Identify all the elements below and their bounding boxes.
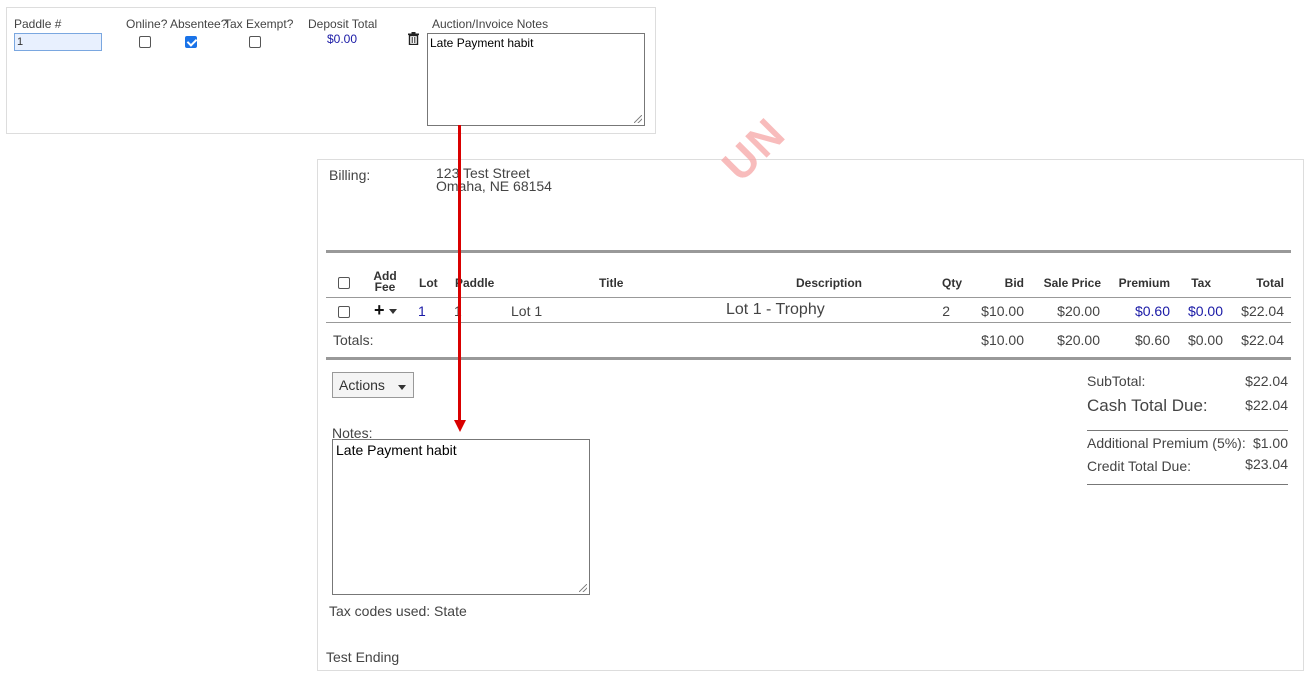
online-checkbox[interactable] (139, 36, 151, 48)
tax-exempt-checkbox[interactable] (249, 36, 261, 48)
totals-tax: $0.00 (1187, 332, 1223, 348)
totals-total: $22.04 (1241, 332, 1284, 348)
chevron-down-icon[interactable] (389, 309, 397, 314)
premium-link[interactable]: $0.60 (1122, 303, 1170, 319)
total-cell: $22.04 (1241, 303, 1284, 319)
billing-address: 123 Test Street Omaha, NE 68154 (436, 166, 552, 194)
cash-total-value: $22.04 (1245, 397, 1288, 413)
notes-header: Auction/Invoice Notes (432, 17, 549, 31)
watermark: UN (713, 108, 796, 191)
subtotal-label: SubTotal: (1087, 373, 1146, 389)
total-header[interactable]: Total (1236, 276, 1284, 290)
credit-total-value: $23.04 (1245, 456, 1288, 472)
row-underline (326, 322, 1291, 323)
chevron-down-icon (398, 385, 406, 390)
tax-header[interactable]: Tax (1180, 276, 1211, 290)
add-fee-header: Add Fee (368, 270, 402, 294)
notes-text: Late Payment habit (336, 442, 457, 458)
sale-price-header[interactable]: Sale Price (1028, 276, 1101, 290)
credit-total-label: Credit Total Due: (1087, 458, 1192, 474)
bid-cell: $10.00 (981, 303, 1024, 319)
auction-notes-textarea[interactable]: Late Payment habit (427, 33, 645, 126)
billing-label: Billing: (329, 167, 371, 183)
add-fee-header-line2: Fee (374, 280, 396, 294)
annotation-arrow-head (454, 420, 466, 432)
lot-link[interactable]: 1 (418, 303, 426, 319)
totals-premium: $0.60 (1134, 332, 1170, 348)
tax-codes-text: Tax codes used: State (329, 603, 467, 619)
summary-divider (1087, 430, 1288, 431)
qty-header[interactable]: Qty (932, 276, 962, 290)
annotation-arrow-line (458, 125, 461, 423)
paddle-settings-panel: Paddle # Online? Absentee? Tax Exempt? D… (6, 7, 656, 134)
premium-header[interactable]: Premium (1110, 276, 1170, 290)
totals-label: Totals: (333, 332, 374, 348)
notes-textarea[interactable]: Late Payment habit (332, 439, 590, 595)
additional-premium-value: $1.00 (1252, 435, 1288, 451)
sale-price-cell: $20.00 (1057, 303, 1100, 319)
resize-handle[interactable] (579, 584, 587, 592)
auction-notes-text: Late Payment habit (430, 36, 534, 50)
summary-divider (1087, 484, 1288, 485)
trash-icon[interactable] (408, 32, 419, 45)
paddle-header: Paddle # (14, 17, 62, 31)
divider (326, 250, 1291, 253)
absentee-checkbox[interactable] (185, 36, 197, 48)
description-header[interactable]: Description (796, 276, 862, 290)
divider (326, 357, 1291, 360)
row-checkbox[interactable] (338, 306, 350, 318)
title-header[interactable]: Title (599, 276, 623, 290)
deposit-total-link[interactable]: $0.00 (327, 32, 357, 46)
billing-address-line2: Omaha, NE 68154 (436, 178, 552, 194)
subtotal-value: $22.04 (1245, 373, 1288, 389)
footer-text: Test Ending (326, 649, 400, 665)
title-cell: Lot 1 (511, 303, 543, 319)
actions-label: Actions (339, 377, 385, 393)
deposit-header: Deposit Total (308, 17, 378, 31)
online-header: Online? (126, 17, 168, 31)
cash-total-label: Cash Total Due: (1087, 396, 1208, 415)
add-fee-plus-icon[interactable]: + (374, 300, 385, 321)
tax-exempt-header: Tax Exempt? (224, 17, 294, 31)
actions-dropdown[interactable]: Actions (332, 372, 414, 398)
qty-cell: 2 (942, 303, 950, 319)
description-cell: Lot 1 - Trophy (726, 301, 825, 318)
lot-header[interactable]: Lot (419, 276, 438, 290)
invoice-panel: UN Billing: 123 Test Street Omaha, NE 68… (317, 108, 1304, 671)
totals-sale-price: $20.00 (1057, 332, 1100, 348)
select-all-checkbox[interactable] (338, 277, 350, 289)
totals-bid: $10.00 (981, 332, 1024, 348)
table-row: + 1 1 Lot 1 Lot 1 - Trophy 2 $10.00 $20.… (326, 298, 1291, 323)
bid-header[interactable]: Bid (984, 276, 1024, 290)
absentee-header: Absentee? (170, 17, 228, 31)
totals-row: Totals: $10.00 $20.00 $0.60 $0.00 $22.04 (326, 327, 1291, 351)
tax-link[interactable]: $0.00 (1175, 303, 1223, 319)
resize-handle[interactable] (634, 115, 642, 123)
paddle-number-input[interactable]: 1 (14, 33, 102, 51)
